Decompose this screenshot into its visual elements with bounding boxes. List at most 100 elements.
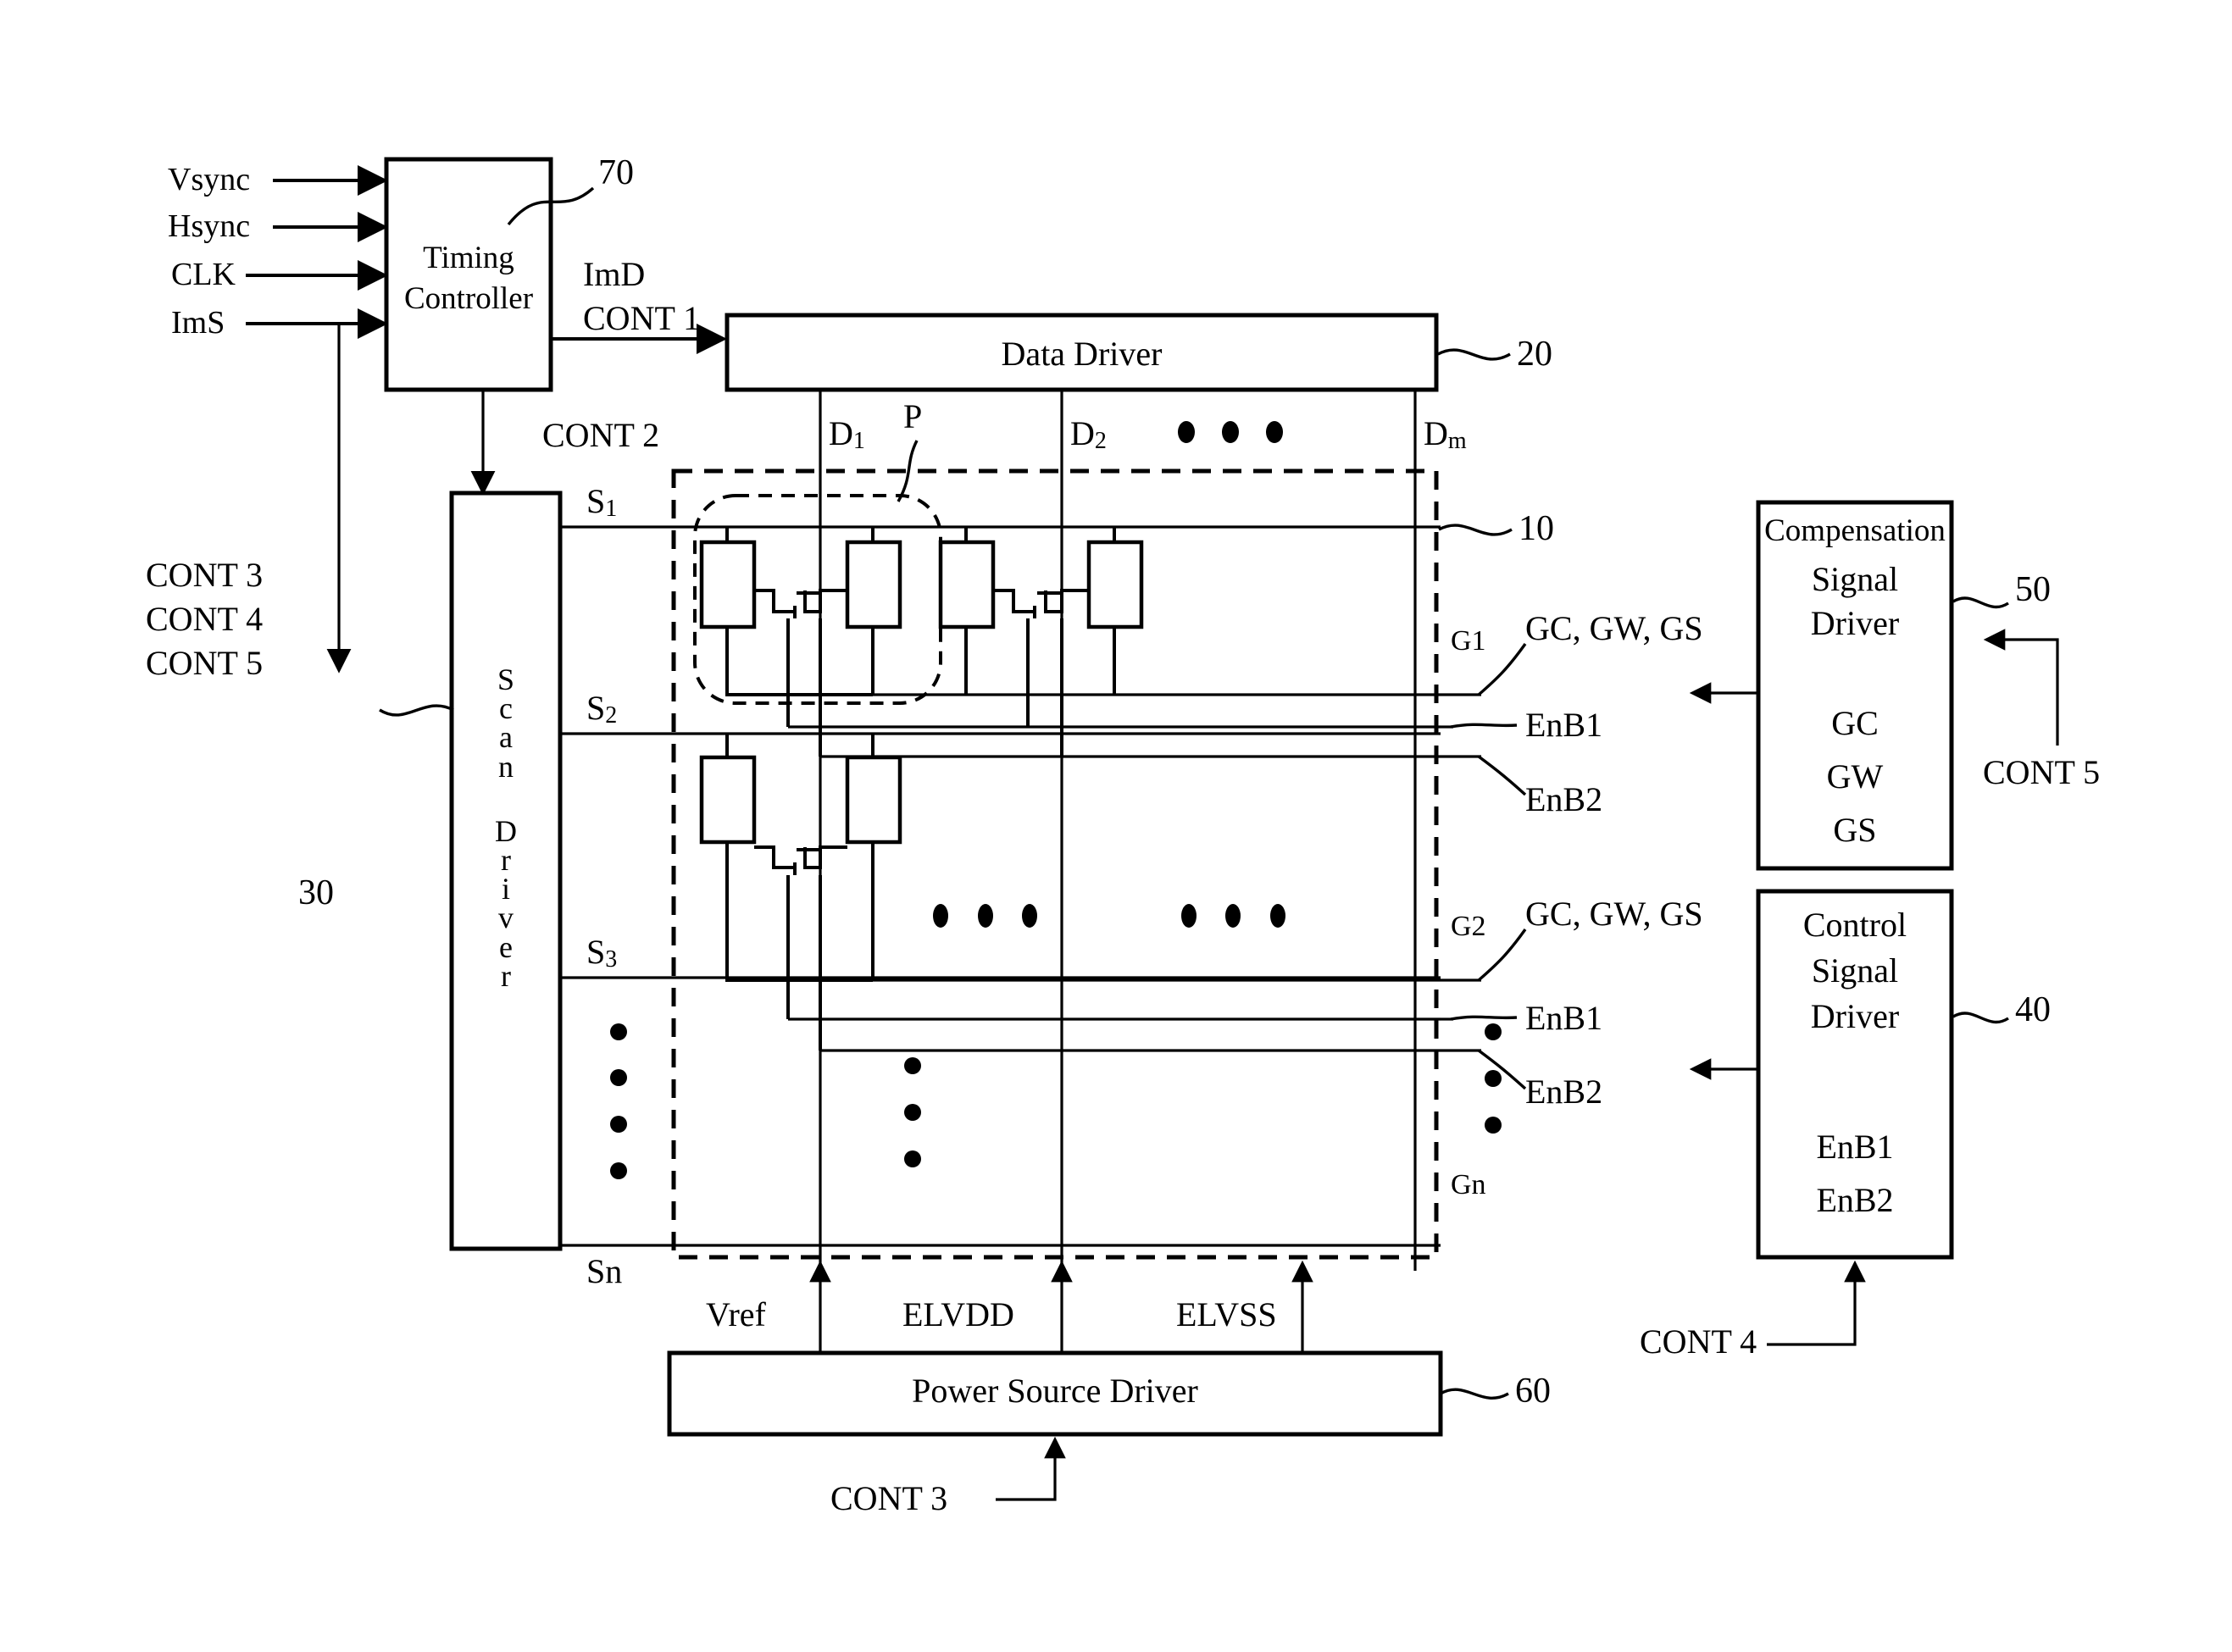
scan-driver-gap [452, 781, 560, 817]
compensation-signal-gc: GC [1831, 704, 1879, 742]
panel-ellipsis-dots-middle [904, 1057, 921, 1167]
label-cont4-right: CONT 4 [1640, 1322, 1757, 1361]
pixel-row-1 [699, 527, 1441, 758]
tft-r1-b1 [938, 540, 996, 629]
control-driver-line2: Signal [1811, 951, 1899, 990]
tft-r2-a2 [845, 755, 902, 845]
leader-40 [1952, 1012, 2009, 1024]
cont3-input-arrow [996, 1436, 1066, 1501]
scan-driver-char-3: n [498, 749, 514, 784]
label-s1-base: S [586, 482, 606, 520]
timing-controller-line1: Timing [423, 241, 514, 275]
label-imd: ImD [583, 255, 646, 293]
scan-driver-char-9: r [501, 958, 511, 993]
label-elvdd: ELVDD [902, 1295, 1014, 1333]
label-dm: Dm [1424, 413, 1467, 455]
label-d2: D2 [1070, 413, 1107, 455]
data-lines [819, 390, 1417, 1271]
label-enb2-row1: EnB2 [1525, 780, 1603, 818]
scan-driver-char-6: i [501, 872, 510, 906]
label-d2-sub: 2 [1094, 428, 1107, 455]
label-g1: G1 [1451, 625, 1486, 657]
ref-70: 70 [598, 153, 634, 192]
leader-20 [1437, 348, 1511, 361]
label-cont3-bottom: CONT 3 [830, 1479, 948, 1517]
cont5-input-arrow [1983, 629, 2059, 746]
label-vsync: Vsync [168, 162, 251, 197]
control-driver-line3: Driver [1810, 997, 1900, 1035]
pixel-row-2 [699, 734, 1441, 1052]
label-gcgwgs-1: GC, GW, GS [1525, 609, 1703, 647]
leader-enb2 [1477, 755, 1527, 796]
label-s3-base: S [586, 933, 606, 971]
scan-driver-char-1: c [499, 691, 513, 726]
ref-20: 20 [1517, 335, 1552, 374]
input-signal-arrows [246, 165, 388, 339]
label-d1: D1 [829, 413, 865, 455]
label-dm-base: D [1424, 414, 1448, 452]
label-clk: CLK [171, 257, 236, 292]
label-enb1-row2: EnB1 [1525, 999, 1603, 1037]
label-s3: S3 [586, 932, 617, 973]
ref-10: 10 [1519, 509, 1554, 548]
label-dm-sub: m [1447, 428, 1467, 455]
control-signal-enb1: EnB1 [1816, 1128, 1894, 1166]
label-vref: Vref [706, 1295, 766, 1333]
ref-40: 40 [2015, 990, 2051, 1029]
compensation-driver-line1: Compensation [1764, 513, 1946, 548]
timing-controller-line2: Controller [403, 281, 534, 316]
ref-50: 50 [2015, 570, 2051, 609]
label-gcgwgs-2: GC, GW, GS [1525, 895, 1703, 933]
leader-enb2-2 [1477, 1049, 1527, 1090]
ref-30: 30 [298, 873, 334, 912]
leader-60 [1440, 1388, 1509, 1400]
scan-driver-char-2: a [499, 720, 513, 755]
control-signal-enb2: EnB2 [1816, 1181, 1894, 1219]
label-enb1-row1: EnB1 [1525, 706, 1603, 744]
label-ims: ImS [171, 305, 225, 341]
label-s3-sub: 3 [605, 946, 618, 973]
label-cont5-right: CONT 5 [1983, 753, 2101, 791]
label-hsync: Hsync [168, 208, 251, 244]
label-s1: S1 [586, 481, 617, 523]
leader-enb1 [1450, 723, 1518, 729]
label-s2-sub: 2 [605, 702, 618, 729]
ref-60: 60 [1515, 1372, 1551, 1411]
label-elvss: ELVSS [1176, 1295, 1277, 1333]
leader-50 [1952, 596, 2009, 609]
panel-ellipsis-dots-right [1485, 1023, 1502, 1134]
control-driver-line1: Control [1802, 906, 1907, 944]
tft-r1-a2 [845, 540, 902, 629]
label-cont2: CONT 2 [542, 416, 660, 454]
display-panel-dashed-box [671, 468, 1439, 1260]
scan-driver-char-5: r [501, 842, 511, 877]
label-d1-sub: 1 [852, 428, 865, 455]
label-g2: G2 [1451, 911, 1486, 942]
compensation-driver-line3: Driver [1810, 604, 1900, 642]
scan-driver-char-7: v [498, 901, 514, 935]
label-cont1: CONT 1 [583, 299, 701, 337]
power-source-driver-label: Power Source Driver [912, 1372, 1198, 1410]
compensation-signal-gs: GS [1833, 811, 1877, 849]
scan-lines [560, 525, 1441, 1247]
tft-r1-a1 [699, 540, 757, 629]
tft-r1-b2 [1086, 540, 1144, 629]
scan-driver-char-0: S [497, 662, 515, 696]
label-d2-base: D [1070, 414, 1095, 452]
leader-30 [379, 704, 454, 717]
scan-driver-char-8: e [499, 929, 513, 964]
cont4-input-arrow [1767, 1260, 1866, 1346]
label-sn: Sn [586, 1252, 623, 1290]
scan-ellipsis-dots [610, 1023, 627, 1179]
data-line-ellipsis [1178, 421, 1283, 443]
leader-enb1-2 [1450, 1015, 1518, 1021]
label-cont3-left: CONT 3 [146, 556, 264, 594]
data-driver-label: Data Driver [1001, 335, 1163, 373]
scan-driver-char-4: D [495, 813, 517, 848]
scan-driver-label: S c a n D r i v e r [452, 662, 560, 993]
row2-ellipsis-left [933, 904, 1037, 928]
compensation-signal-gw: GW [1826, 757, 1884, 796]
label-cont5-left: CONT 5 [146, 644, 264, 682]
label-d1-base: D [829, 414, 853, 452]
label-pixel-p: P [903, 397, 923, 435]
